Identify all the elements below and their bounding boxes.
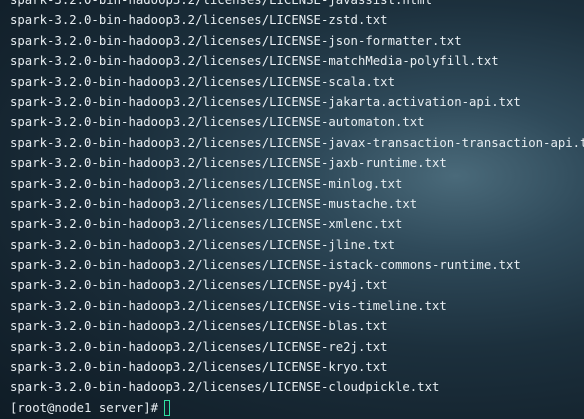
- output-line: spark-3.2.0-bin-hadoop3.2/licenses/LICEN…: [10, 94, 521, 109]
- shell-prompt: [root@node1 server]#: [10, 400, 159, 415]
- output-line: spark-3.2.0-bin-hadoop3.2/licenses/LICEN…: [10, 217, 403, 232]
- text-cursor[interactable]: [164, 400, 171, 416]
- output-line: spark-3.2.0-bin-hadoop3.2/licenses/LICEN…: [10, 0, 432, 7]
- output-line: spark-3.2.0-bin-hadoop3.2/licenses/LICEN…: [10, 319, 388, 334]
- output-line: spark-3.2.0-bin-hadoop3.2/licenses/LICEN…: [10, 237, 395, 252]
- output-line: spark-3.2.0-bin-hadoop3.2/licenses/LICEN…: [10, 339, 388, 354]
- output-line: spark-3.2.0-bin-hadoop3.2/licenses/LICEN…: [10, 33, 462, 48]
- output-line: spark-3.2.0-bin-hadoop3.2/licenses/LICEN…: [10, 298, 447, 313]
- output-line: spark-3.2.0-bin-hadoop3.2/licenses/LICEN…: [10, 176, 403, 191]
- output-line: spark-3.2.0-bin-hadoop3.2/licenses/LICEN…: [10, 13, 388, 28]
- output-line: spark-3.2.0-bin-hadoop3.2/licenses/LICEN…: [10, 360, 388, 375]
- output-line: spark-3.2.0-bin-hadoop3.2/licenses/LICEN…: [10, 380, 440, 395]
- terminal-window[interactable]: spark-3.2.0-bin-hadoop3.2/licenses/LICEN…: [0, 0, 584, 419]
- output-line: spark-3.2.0-bin-hadoop3.2/licenses/LICEN…: [10, 156, 447, 171]
- output-line: spark-3.2.0-bin-hadoop3.2/licenses/LICEN…: [10, 74, 395, 89]
- output-line: spark-3.2.0-bin-hadoop3.2/licenses/LICEN…: [10, 54, 499, 69]
- output-line: spark-3.2.0-bin-hadoop3.2/licenses/LICEN…: [10, 258, 521, 273]
- prompt-line[interactable]: [root@node1 server]#: [10, 398, 584, 418]
- output-line: spark-3.2.0-bin-hadoop3.2/licenses/LICEN…: [10, 196, 418, 211]
- output-line: spark-3.2.0-bin-hadoop3.2/licenses/LICEN…: [10, 135, 584, 150]
- output-line: spark-3.2.0-bin-hadoop3.2/licenses/LICEN…: [10, 115, 425, 130]
- output-line: spark-3.2.0-bin-hadoop3.2/licenses/LICEN…: [10, 278, 388, 293]
